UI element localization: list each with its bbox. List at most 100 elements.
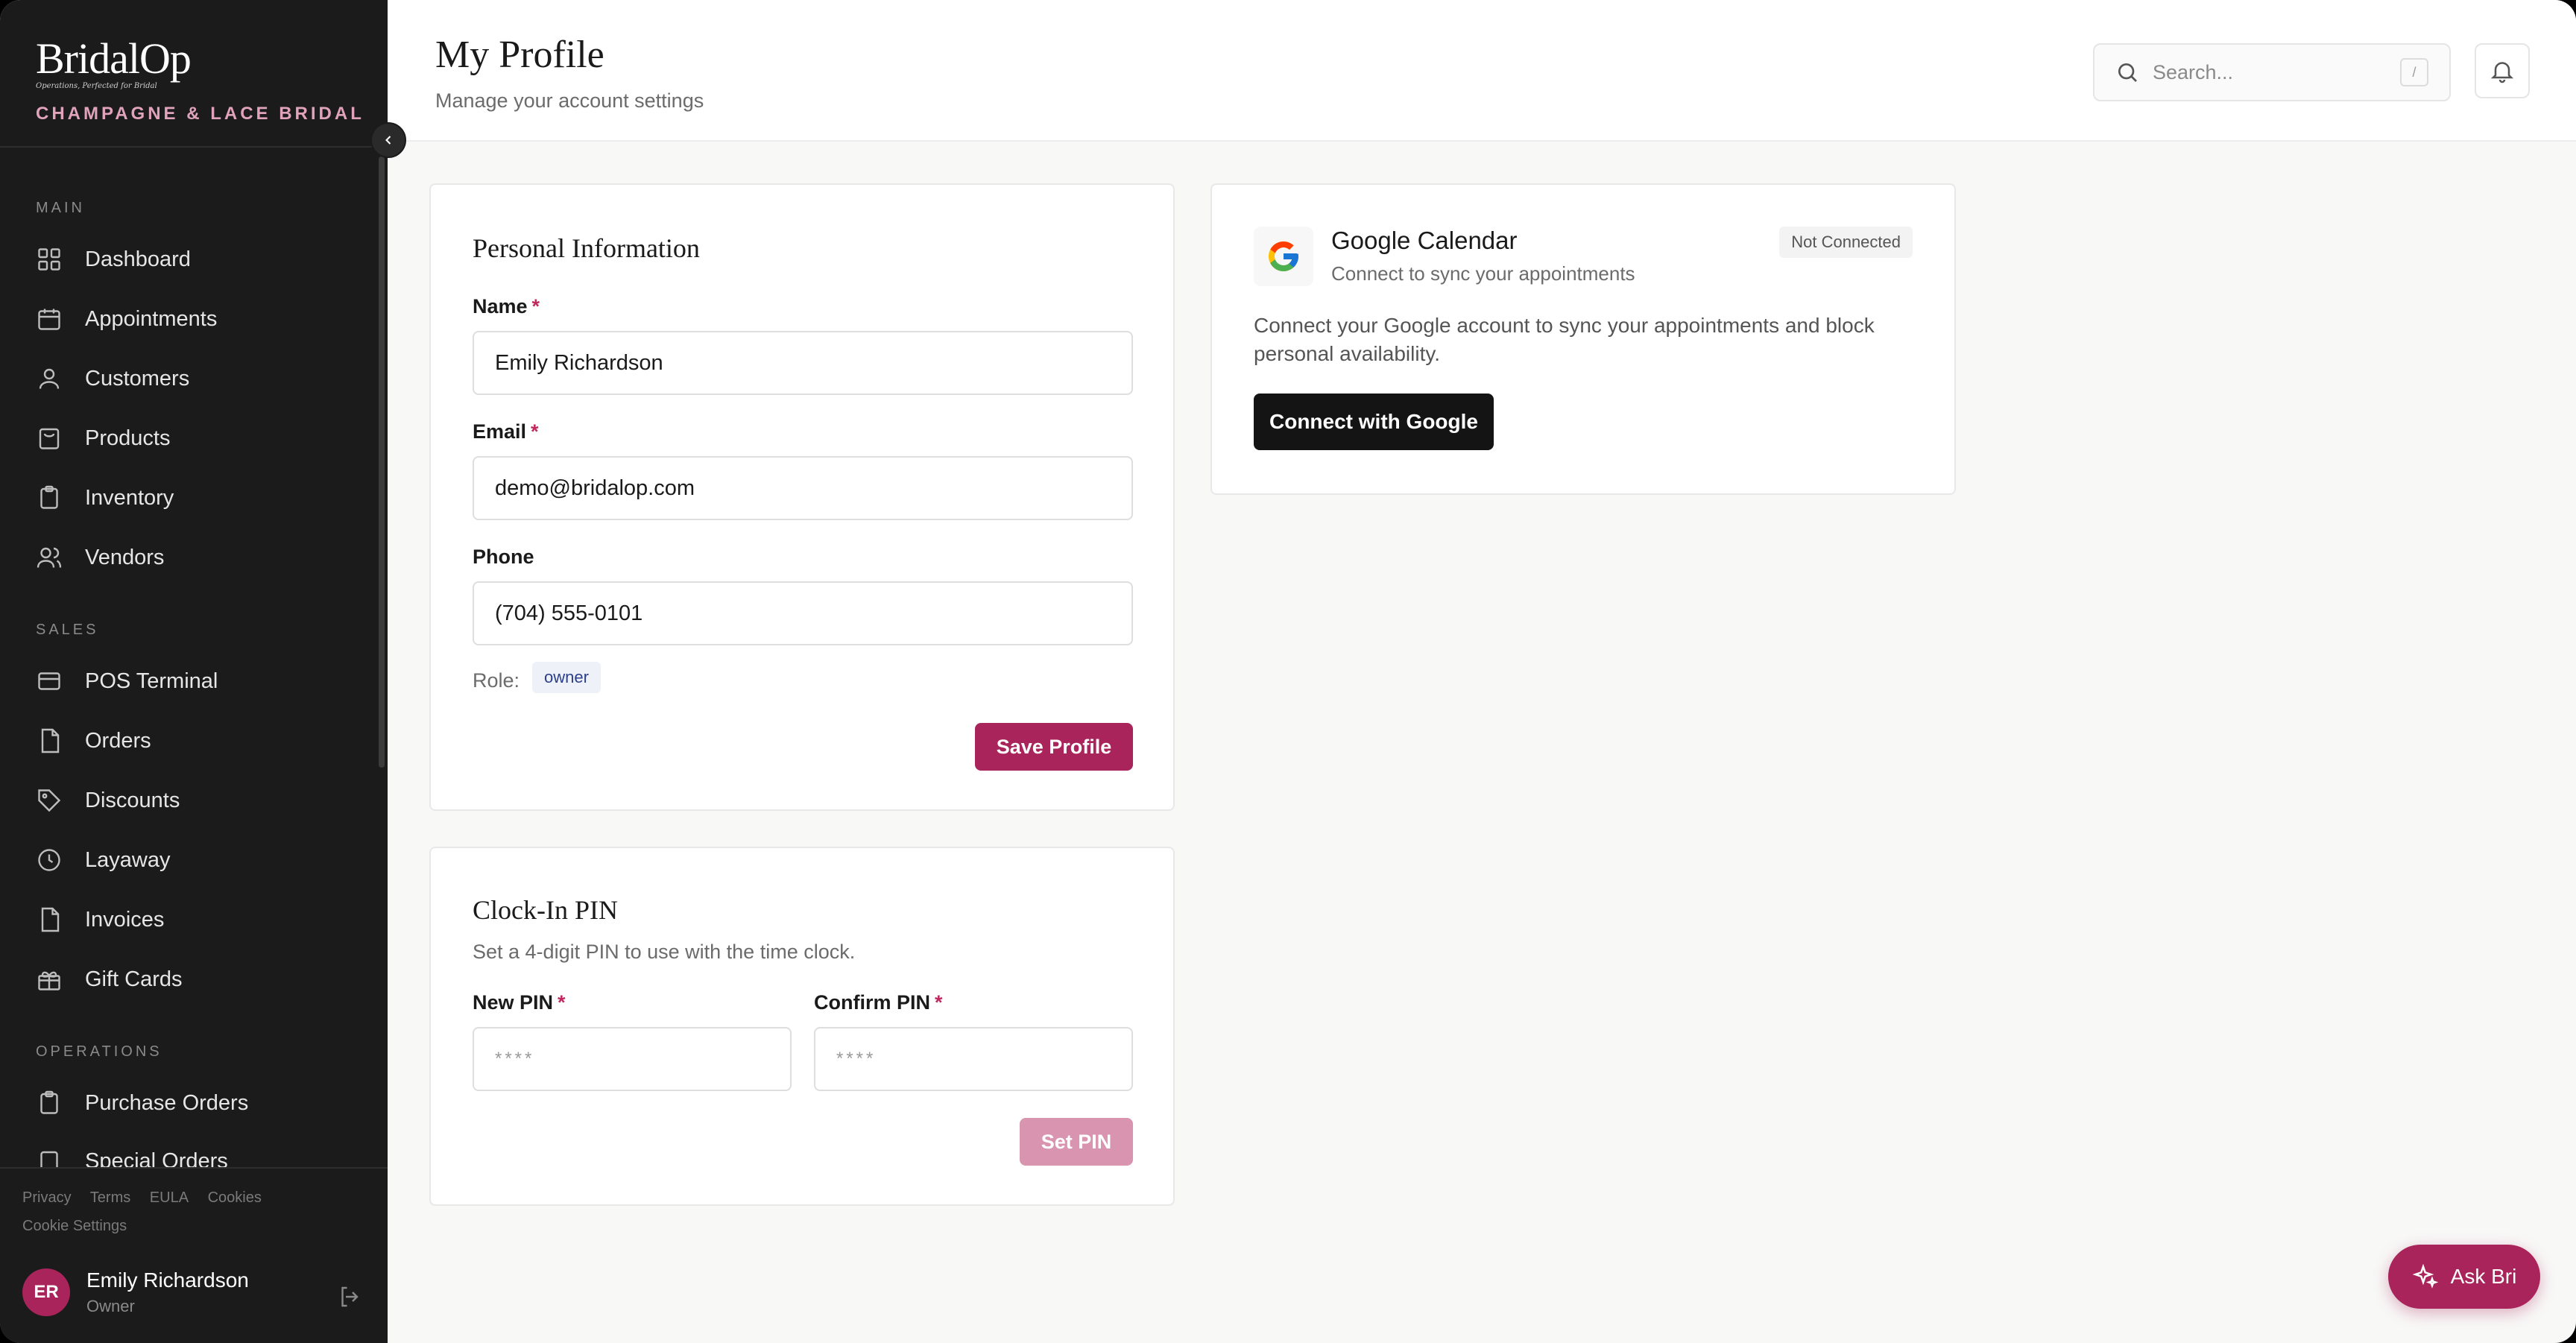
sidebar-item-vendors[interactable]: Vendors xyxy=(36,537,164,578)
phone-field[interactable]: (704) 555-0101 xyxy=(473,581,1133,645)
sidebar-item-orders[interactable]: Orders xyxy=(36,720,151,762)
set-pin-button[interactable]: Set PIN xyxy=(1020,1118,1133,1166)
brand: BridalOp Operations, Perfected for Brida… xyxy=(36,37,364,124)
card-icon xyxy=(38,672,60,690)
user-role: Owner xyxy=(86,1297,135,1315)
card-title: Personal Information xyxy=(473,233,700,263)
google-calendar-card: Google Calendar Connect to sync your app… xyxy=(1210,183,1956,495)
ask-bri-button[interactable]: Ask Bri xyxy=(2388,1245,2540,1309)
nav-section-main: MAIN xyxy=(36,200,85,216)
sidebar-footer: Privacy Terms EULA Cookies Cookie Settin… xyxy=(0,1167,388,1343)
sparkle-icon xyxy=(2412,1263,2438,1289)
grid-icon xyxy=(38,248,60,271)
sidebar-item-label: Dashboard xyxy=(85,247,191,271)
sidebar-item-label: Inventory xyxy=(85,485,174,510)
user-profile[interactable]: ER Emily Richardson Owner xyxy=(22,1268,249,1316)
eula-link[interactable]: EULA xyxy=(150,1189,189,1206)
google-calendar-subtitle: Connect to sync your appointments xyxy=(1331,262,1635,285)
sidebar-item-discounts[interactable]: Discounts xyxy=(36,780,180,821)
logo[interactable]: BridalOp xyxy=(36,37,364,80)
sidebar-item-appointments[interactable]: Appointments xyxy=(36,298,217,340)
card-title: Clock-In PIN xyxy=(473,895,618,925)
search-shortcut: / xyxy=(2400,58,2428,86)
sidebar-item-label: Gift Cards xyxy=(85,967,183,991)
confirm-pin-field[interactable]: **** xyxy=(814,1027,1133,1091)
confirm-pin-label: Confirm PIN * xyxy=(814,991,943,1014)
name-field[interactable]: Emily Richardson xyxy=(473,331,1133,395)
cookie-settings-link[interactable]: Cookie Settings xyxy=(22,1218,127,1235)
chevron-left-icon xyxy=(385,136,391,145)
phone-label: Phone xyxy=(473,546,534,568)
google-calendar-title: Google Calendar xyxy=(1331,227,1518,254)
notifications-button[interactable] xyxy=(2475,43,2530,98)
bag-icon xyxy=(39,428,60,449)
sidebar-item-layaway[interactable]: Layaway xyxy=(36,839,170,881)
sidebar-item-label: Purchase Orders xyxy=(85,1090,249,1115)
calendar-icon xyxy=(38,309,60,330)
sidebar-item-label: Layaway xyxy=(85,847,171,872)
logout-icon[interactable] xyxy=(337,1283,364,1310)
sidebar-item-label: Invoices xyxy=(85,907,165,932)
google-icon xyxy=(1254,227,1313,286)
connect-google-button[interactable]: Connect with Google xyxy=(1254,394,1494,450)
sidebar-item-label: Discounts xyxy=(85,788,180,812)
sidebar-item-label: Customers xyxy=(85,366,190,391)
sidebar-item-label: Vendors xyxy=(85,545,165,569)
app-window: BridalOp Operations, Perfected for Brida… xyxy=(0,0,2576,1343)
sidebar-item-label: Appointments xyxy=(85,306,218,331)
email-label: Email * xyxy=(473,420,539,443)
clock-in-pin-card: Clock-In PIN Set a 4-digit PIN to use wi… xyxy=(429,847,1175,1206)
sidebar-item-label: Orders xyxy=(85,728,151,753)
sidebar-item-label: Products xyxy=(85,426,171,450)
sidebar-item-dashboard[interactable]: Dashboard xyxy=(36,238,191,280)
store-name: CHAMPAGNE & LACE BRIDAL xyxy=(36,104,364,124)
user-name: Emily Richardson xyxy=(86,1268,249,1292)
page-title: My Profile xyxy=(435,34,604,76)
file-icon xyxy=(41,728,60,753)
email-field[interactable]: demo@bridalop.com xyxy=(473,456,1133,520)
clipboard-icon xyxy=(40,1090,58,1114)
page-subtitle: Manage your account settings xyxy=(435,89,704,112)
tag-icon xyxy=(38,789,61,812)
role-badge: owner xyxy=(532,662,601,693)
sidebar-item-products[interactable]: Products xyxy=(36,417,170,459)
gift-icon xyxy=(38,971,60,990)
new-pin-field[interactable]: **** xyxy=(473,1027,792,1091)
role-label: Role: xyxy=(473,669,520,692)
privacy-link[interactable]: Privacy xyxy=(22,1189,72,1206)
sidebar-item-label: POS Terminal xyxy=(85,669,218,693)
sidebar-item-gift-cards[interactable]: Gift Cards xyxy=(36,958,183,1000)
file-icon xyxy=(41,907,60,932)
sidebar: BridalOp Operations, Perfected for Brida… xyxy=(0,0,388,1343)
new-pin-label: New PIN * xyxy=(473,991,566,1014)
clock-icon xyxy=(38,849,60,871)
terms-link[interactable]: Terms xyxy=(90,1189,130,1206)
cookies-link[interactable]: Cookies xyxy=(208,1189,262,1206)
users-icon xyxy=(37,547,62,568)
personal-info-card: Personal Information Name * Emily Richard… xyxy=(429,183,1175,811)
sidebar-scrollbar[interactable] xyxy=(379,157,385,768)
save-profile-button[interactable]: Save Profile xyxy=(975,723,1133,771)
user-icon xyxy=(39,368,60,389)
ask-bri-label: Ask Bri xyxy=(2450,1265,2517,1288)
google-calendar-description: Connect your Google account to sync your… xyxy=(1254,314,1875,365)
avatar: ER xyxy=(22,1268,70,1316)
divider xyxy=(0,146,388,148)
sidebar-item-inventory[interactable]: Inventory xyxy=(36,477,174,519)
search-icon xyxy=(2118,63,2137,82)
bell-icon xyxy=(2490,62,2514,83)
clipboard-icon xyxy=(40,485,58,509)
search-placeholder: Search... xyxy=(2153,60,2234,83)
pin-description: Set a 4-digit PIN to use with the time c… xyxy=(473,941,856,963)
search-input[interactable]: Search... / xyxy=(2093,43,2451,101)
name-label: Name * xyxy=(473,295,540,317)
status-badge: Not Connected xyxy=(1779,227,1913,258)
nav-section-operations: OPERATIONS xyxy=(36,1043,162,1060)
collapse-sidebar-button[interactable] xyxy=(370,122,406,158)
page-header: My Profile Manage your account settings … xyxy=(388,0,2576,142)
sidebar-item-pos-terminal[interactable]: POS Terminal xyxy=(36,660,218,702)
sidebar-item-purchase-orders[interactable]: Purchase Orders xyxy=(36,1082,248,1124)
sidebar-item-customers[interactable]: Customers xyxy=(36,358,189,399)
nav-section-sales: SALES xyxy=(36,622,99,638)
sidebar-item-invoices[interactable]: Invoices xyxy=(36,899,164,941)
